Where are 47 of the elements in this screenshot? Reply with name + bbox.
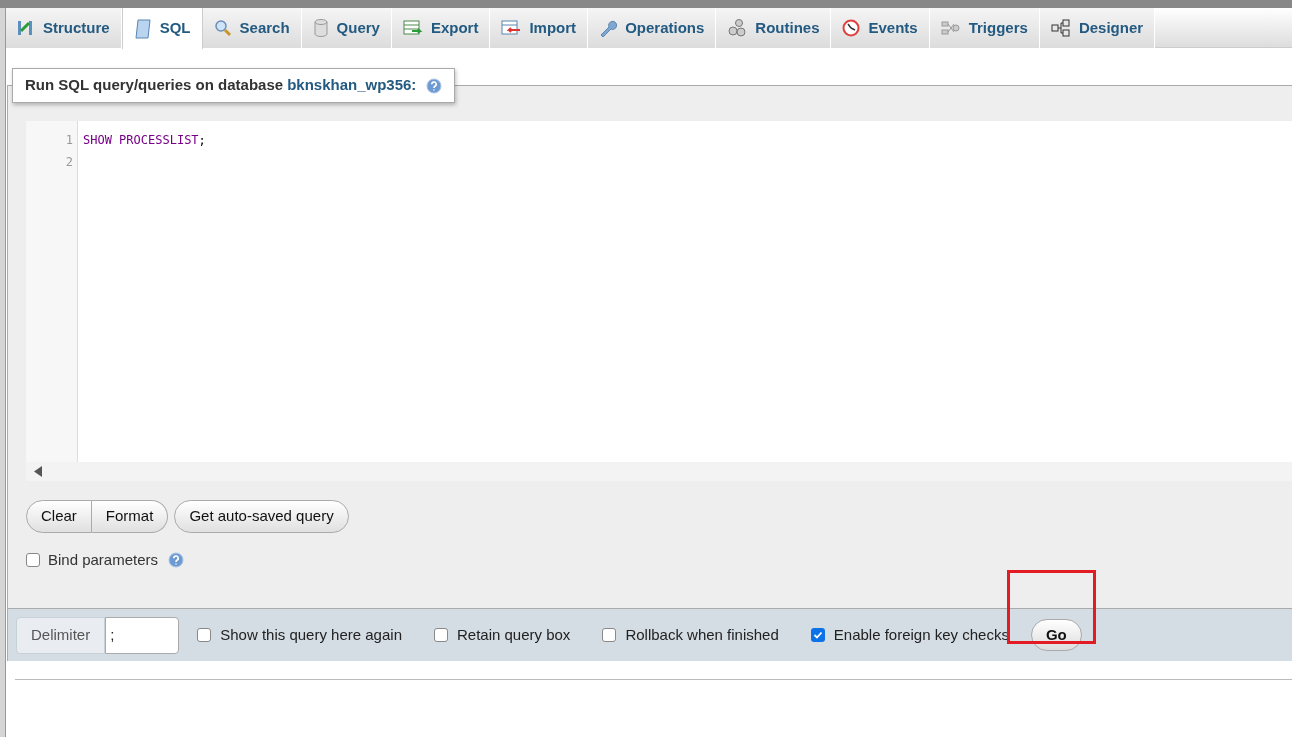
checkbox-label: Rollback when finished [625,624,779,645]
wrench-icon [599,19,618,37]
tab[interactable]: Export [391,8,491,48]
scroll-icon [133,18,152,39]
checkbox-label: Bind parameters [48,550,159,570]
query-button[interactable]: Get auto-saved query [174,500,349,533]
clock-icon [842,19,861,37]
gears-icon [727,18,748,38]
tab[interactable]: Structure [6,8,122,48]
tab[interactable]: Import [490,8,589,48]
tab[interactable]: Triggers [929,8,1040,48]
triggers-icon [940,20,961,36]
checkbox-label: Enable foreign key checks [833,624,1009,645]
sql-keyword: SHOW PROCESSLIST [83,132,199,149]
import-icon [501,19,522,37]
database-link[interactable]: bknskhan_wp356: [287,74,417,97]
structure-icon [17,19,35,37]
designer-icon [1050,19,1071,37]
line-number: 1 [64,132,73,149]
scroll-left-icon[interactable] [34,466,43,477]
help-icon[interactable] [426,77,443,94]
checkbox[interactable] [197,628,212,642]
semicolon: ; [198,132,206,149]
search-icon [213,19,232,37]
delimiter-field[interactable]: ; [105,616,180,654]
tab[interactable]: Search [202,8,302,48]
panel-title: Run SQL query/queries on database [25,75,284,96]
checkbox-label: Retain query box [456,624,571,645]
query-button[interactable]: Clear [26,500,92,533]
checkmark-icon [812,630,823,640]
checkbox[interactable] [26,553,40,568]
tab[interactable]: Events [831,8,930,48]
delimiter-label: Delimiter [16,616,106,654]
help-icon[interactable] [168,552,185,569]
tab[interactable]: Designer [1039,8,1156,48]
tab[interactable]: Operations [588,8,717,48]
checkbox[interactable] [602,628,617,642]
tab[interactable]: Routines [716,8,832,48]
checkbox[interactable] [810,628,825,642]
checkbox[interactable] [433,628,448,642]
tab[interactable]: Query [301,8,392,48]
export-icon [402,19,423,37]
tab[interactable]: SQL [121,8,203,49]
line-number: 2 [64,154,73,171]
query-button[interactable]: Format [91,500,169,533]
checkbox-label: Show this query here again [220,624,402,645]
database-icon [312,19,329,37]
